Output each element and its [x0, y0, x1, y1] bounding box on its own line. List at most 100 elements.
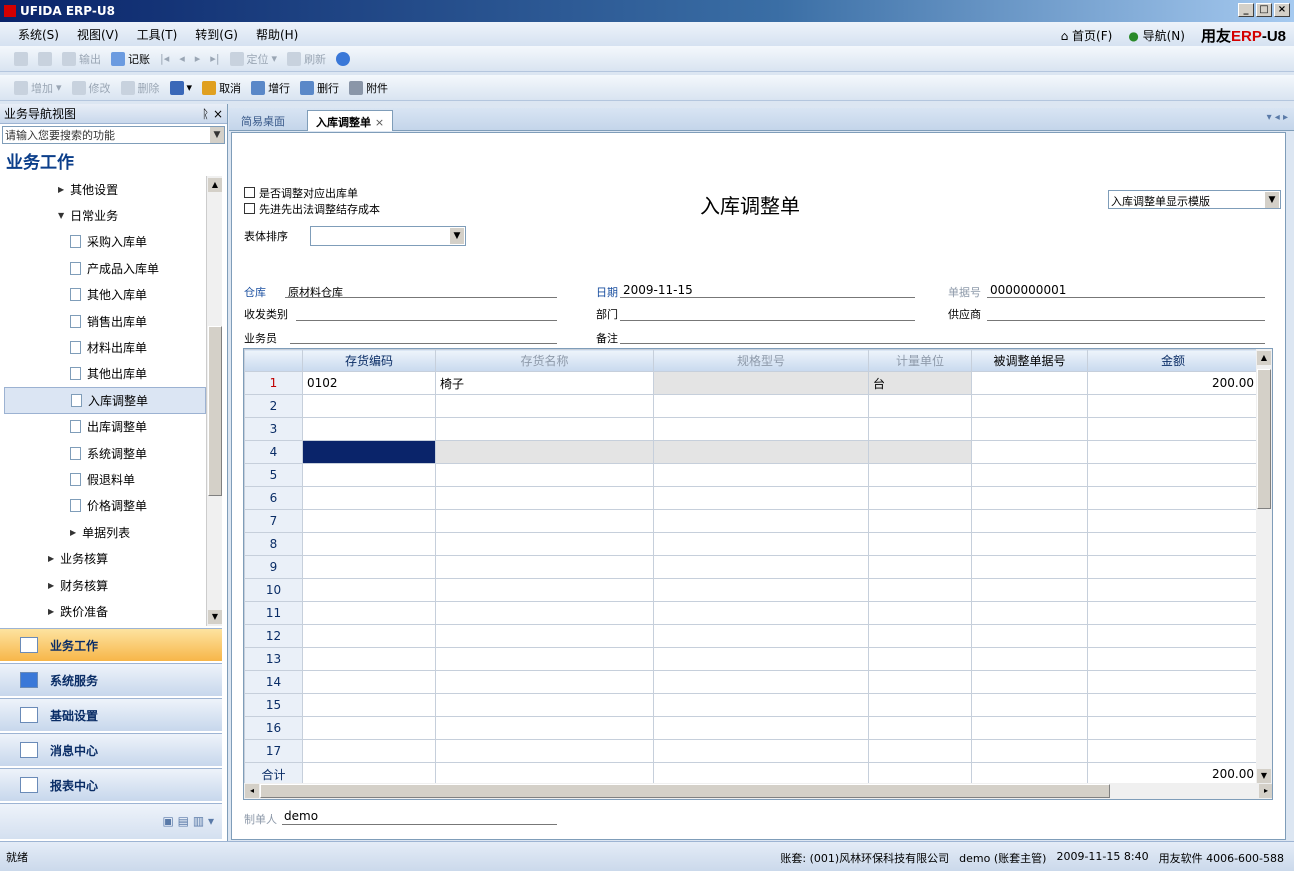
- nav-tree-item[interactable]: 采购入库单: [4, 229, 206, 255]
- nav-tree-item[interactable]: 材料出库单: [4, 334, 206, 360]
- cell-spec[interactable]: [653, 394, 869, 418]
- cell-name[interactable]: [435, 417, 654, 441]
- cell-spec[interactable]: [653, 371, 869, 395]
- tab-desktop[interactable]: 简易桌面: [233, 110, 293, 131]
- refresh-button[interactable]: 刷新: [287, 51, 326, 67]
- add-button[interactable]: 增加 ▾: [14, 80, 62, 96]
- cell-name[interactable]: [435, 670, 654, 694]
- cell-code[interactable]: [302, 509, 436, 533]
- nav-tree-item[interactable]: 销售出库单: [4, 308, 206, 334]
- cell-amount[interactable]: [1087, 486, 1259, 510]
- pin-icon[interactable]: ᚱ: [202, 107, 209, 121]
- cell-amount[interactable]: 200.00: [1087, 371, 1259, 395]
- tab-close-icon[interactable]: ×: [375, 116, 384, 129]
- nav-footer-icons[interactable]: ▣ ▤ ▥ ▾: [0, 803, 222, 839]
- menu-system[interactable]: 系统(S): [18, 26, 59, 43]
- tab-inbound-adjust[interactable]: 入库调整单 ×: [307, 110, 394, 131]
- scroll-down-icon[interactable]: ▼: [208, 610, 222, 624]
- minimize-button[interactable]: _: [1238, 3, 1254, 17]
- cell-ref[interactable]: [971, 739, 1088, 763]
- cell-amount[interactable]: [1087, 716, 1259, 740]
- cell-code[interactable]: [302, 440, 436, 464]
- cell-code[interactable]: [302, 394, 436, 418]
- close-button[interactable]: ×: [1274, 3, 1290, 17]
- staff-field[interactable]: [290, 343, 557, 344]
- cell-name[interactable]: [435, 647, 654, 671]
- menu-view[interactable]: 视图(V): [77, 26, 119, 43]
- date-field[interactable]: 2009-11-15: [623, 283, 693, 297]
- chevron-down-icon[interactable]: ▼: [450, 228, 464, 244]
- table-row[interactable]: 11: [244, 601, 1259, 625]
- nav-tree-item[interactable]: 其他出库单: [4, 361, 206, 387]
- nav-tree-item[interactable]: 出库调整单: [4, 414, 206, 440]
- edit-button[interactable]: 修改: [71, 80, 111, 96]
- cell-name[interactable]: 椅子: [435, 371, 654, 395]
- cell-name[interactable]: [435, 486, 654, 510]
- cell-spec[interactable]: [653, 693, 869, 717]
- cell-ref[interactable]: [971, 578, 1088, 602]
- nav-tree-item[interactable]: ▶ 业务核算: [4, 545, 206, 571]
- fifo-adjust-checkbox[interactable]: 先进先出法调整结存成本: [244, 201, 380, 217]
- table-row[interactable]: 7: [244, 509, 1259, 533]
- nav-tree-item[interactable]: 产成品入库单: [4, 255, 206, 281]
- nav-tree-item[interactable]: 价格调整单: [4, 493, 206, 519]
- locate-button[interactable]: 定位 ▾: [229, 51, 277, 67]
- cell-spec[interactable]: [653, 578, 869, 602]
- cell-ref[interactable]: [971, 394, 1088, 418]
- cell-ref[interactable]: [971, 463, 1088, 487]
- cell-name[interactable]: [435, 394, 654, 418]
- adjust-outbound-checkbox[interactable]: 是否调整对应出库单: [244, 185, 358, 201]
- cell-name[interactable]: [435, 555, 654, 579]
- delete-row-button[interactable]: 删行: [300, 80, 339, 96]
- last-record-button[interactable]: ▸|: [210, 52, 219, 65]
- cell-spec[interactable]: [653, 463, 869, 487]
- cell-name[interactable]: [435, 440, 654, 464]
- menu-goto[interactable]: 转到(G): [195, 26, 238, 43]
- nav-tree-scrollbar[interactable]: ▲ ▼: [206, 176, 222, 626]
- cell-amount[interactable]: [1087, 394, 1259, 418]
- table-row[interactable]: 2: [244, 394, 1259, 418]
- table-row[interactable]: 16: [244, 716, 1259, 740]
- next-record-button[interactable]: ▸: [195, 52, 201, 65]
- cell-amount[interactable]: [1087, 440, 1259, 464]
- chevron-down-icon[interactable]: ▼: [210, 127, 224, 143]
- scroll-left-icon[interactable]: ◂: [245, 784, 259, 798]
- nav-tree-item[interactable]: 其他入库单: [4, 282, 206, 308]
- cell-amount[interactable]: [1087, 509, 1259, 533]
- cell-unit[interactable]: [868, 739, 972, 763]
- delete-button[interactable]: 删除: [120, 80, 160, 96]
- cell-amount[interactable]: [1087, 739, 1259, 763]
- attachment-button[interactable]: 附件: [349, 80, 388, 96]
- nav-tree-item[interactable]: 系统调整单: [4, 440, 206, 466]
- cell-unit[interactable]: [868, 716, 972, 740]
- docno-field[interactable]: 0000000001: [990, 283, 1066, 297]
- scroll-thumb[interactable]: [1257, 369, 1271, 509]
- cell-name[interactable]: [435, 509, 654, 533]
- cell-code[interactable]: [302, 601, 436, 625]
- cell-spec[interactable]: [653, 716, 869, 740]
- sort-select[interactable]: ▼: [310, 226, 466, 246]
- table-row[interactable]: 15: [244, 693, 1259, 717]
- export-button[interactable]: 输出: [62, 51, 101, 67]
- nav-button-reports[interactable]: 报表中心: [0, 768, 222, 801]
- cell-spec[interactable]: [653, 417, 869, 441]
- col-header-amount[interactable]: 金额: [1087, 349, 1259, 372]
- cell-amount[interactable]: [1087, 647, 1259, 671]
- col-header-spec[interactable]: 规格型号: [653, 349, 869, 372]
- recv-type-field[interactable]: [296, 320, 557, 321]
- cell-name[interactable]: [435, 601, 654, 625]
- preview-button[interactable]: [38, 51, 52, 66]
- memo-field[interactable]: [620, 343, 1265, 344]
- cell-name[interactable]: [435, 693, 654, 717]
- cell-unit[interactable]: [868, 693, 972, 717]
- nav-tree-item[interactable]: ▶ 跌价准备: [4, 598, 206, 624]
- table-row[interactable]: 12: [244, 624, 1259, 648]
- cell-ref[interactable]: [971, 716, 1088, 740]
- cell-code[interactable]: [302, 624, 436, 648]
- cell-code[interactable]: [302, 417, 436, 441]
- cell-spec[interactable]: [653, 670, 869, 694]
- cell-name[interactable]: [435, 578, 654, 602]
- grid-horizontal-scrollbar[interactable]: ◂ ▸: [244, 783, 1272, 799]
- cell-amount[interactable]: [1087, 417, 1259, 441]
- cell-unit[interactable]: [868, 463, 972, 487]
